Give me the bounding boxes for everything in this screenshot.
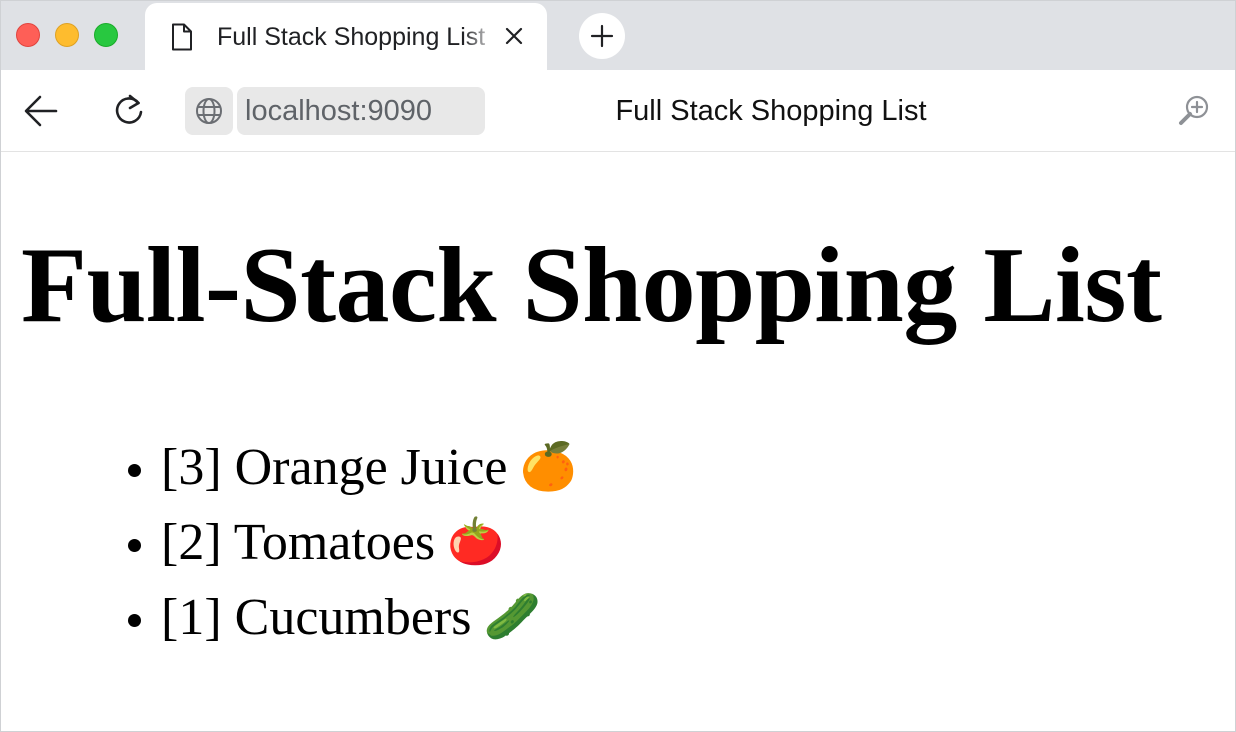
site-info-button[interactable] [185, 87, 233, 135]
tab-active[interactable]: Full Stack Shopping List [145, 3, 547, 70]
toolbar-page-title: Full Stack Shopping List [615, 95, 927, 127]
window-maximize-button[interactable] [94, 23, 118, 47]
plus-icon [590, 24, 614, 48]
close-icon[interactable] [503, 25, 525, 47]
orange-icon: 🍊 [519, 441, 577, 492]
reload-icon[interactable] [111, 92, 147, 128]
cucumber-icon: 🥒 [483, 591, 541, 642]
list-item: [3] Orange Juice🍊 [161, 430, 577, 505]
list-item: [2] Tomatoes🍅 [161, 505, 577, 580]
window-close-button[interactable] [16, 23, 40, 47]
shopping-list: [3] Orange Juice🍊 [2] Tomatoes🍅 [1] Cucu… [161, 430, 577, 655]
window-minimize-button[interactable] [55, 23, 79, 47]
page-content: Full-Stack Shopping List [3] Orange Juic… [1, 152, 1235, 731]
list-item: [1] Cucumbers🥒 [161, 580, 577, 655]
list-item-label: [2] Tomatoes [161, 514, 436, 571]
address-bar-url: localhost:9090 [245, 95, 433, 127]
browser-window: Full Stack Shopping List localhost:9090 … [0, 0, 1236, 732]
address-bar[interactable]: localhost:9090 [237, 87, 485, 135]
page-heading: Full-Stack Shopping List [21, 226, 1162, 345]
tab-title: Full Stack Shopping List [217, 23, 486, 51]
new-tab-button[interactable] [579, 13, 625, 59]
zoom-in-icon[interactable] [1177, 94, 1211, 128]
browser-toolbar: localhost:9090 Full Stack Shopping List [1, 70, 1235, 152]
list-item-label: [1] Cucumbers [161, 589, 472, 646]
tab-strip: Full Stack Shopping List [1, 1, 1235, 70]
tomato-icon: 🍅 [447, 516, 505, 567]
list-item-label: [3] Orange Juice [161, 439, 508, 496]
arrow-left-icon[interactable] [23, 94, 59, 128]
page-icon [172, 23, 192, 51]
globe-icon [196, 98, 222, 124]
